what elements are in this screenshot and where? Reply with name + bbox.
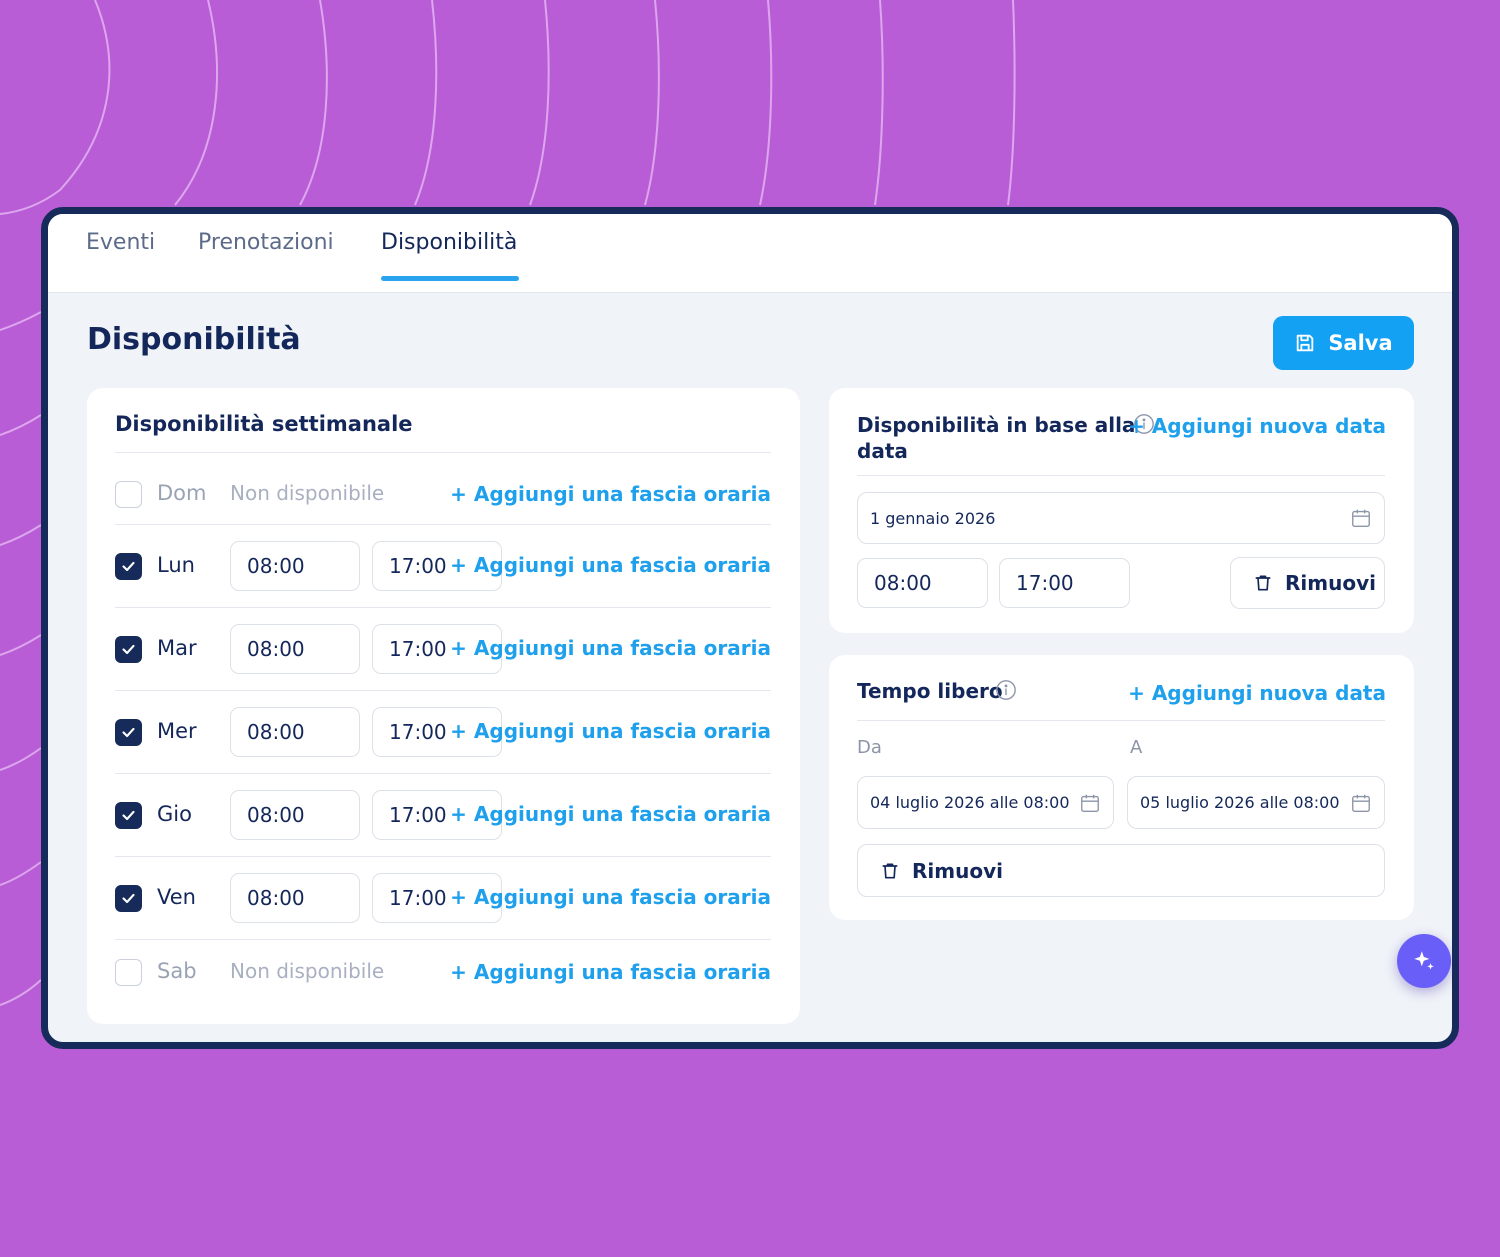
date-picker-field[interactable]: 1 gennaio 2026: [857, 492, 1385, 544]
remove-free-time-button[interactable]: Rimuovi: [857, 844, 1385, 897]
tab-eventi[interactable]: Eventi: [86, 230, 155, 255]
day-label: Sab: [157, 959, 197, 983]
day-checkbox-dom[interactable]: [115, 481, 142, 508]
date-start-time-input[interactable]: 08:00: [857, 558, 988, 608]
day-row-ven: Ven 08:00 17:00 + Aggiungi una fascia or…: [115, 857, 771, 940]
calendar-icon: [1081, 794, 1099, 812]
remove-date-button[interactable]: Rimuovi: [1230, 557, 1385, 609]
add-time-slot-link-lun[interactable]: + Aggiungi una fascia oraria: [450, 553, 771, 577]
ai-assistant-button[interactable]: [1397, 934, 1451, 988]
free-time-card: Tempo libero + Aggiungi nuova data Da A …: [829, 655, 1414, 920]
day-row-gio: Gio 08:00 17:00 + Aggiungi una fascia or…: [115, 774, 771, 857]
add-time-slot-link-mer[interactable]: + Aggiungi una fascia oraria: [450, 719, 771, 743]
unavailable-text: Non disponibile: [230, 481, 385, 505]
day-label: Lun: [157, 553, 195, 577]
add-free-time-link[interactable]: + Aggiungi nuova data: [1128, 681, 1386, 705]
day-label: Dom: [157, 481, 207, 505]
check-icon: [122, 727, 135, 738]
save-button-label: Salva: [1328, 331, 1393, 355]
calendar-icon: [1352, 794, 1370, 812]
tab-bar: Eventi Prenotazioni Disponibilità: [48, 214, 1452, 293]
add-time-slot-link-ven[interactable]: + Aggiungi una fascia oraria: [450, 885, 771, 909]
app-window: Eventi Prenotazioni Disponibilità Dispon…: [41, 207, 1459, 1049]
start-time-input-mer[interactable]: 08:00: [230, 707, 360, 757]
to-datetime-value: 05 luglio 2026 alle 08:00: [1140, 793, 1340, 812]
date-availability-title: Disponibilità in base alla data: [857, 412, 1135, 464]
sparkle-icon: [1414, 951, 1434, 970]
day-row-sab: Sab Non disponibile + Aggiungi una fasci…: [115, 940, 771, 1010]
day-label: Mer: [157, 719, 197, 743]
day-checkbox-mar[interactable]: [115, 636, 142, 663]
add-time-slot-link-dom[interactable]: + Aggiungi una fascia oraria: [450, 482, 771, 506]
date-availability-title-line2: data: [857, 439, 908, 463]
free-time-to-field[interactable]: 05 luglio 2026 alle 08:00: [1127, 776, 1385, 829]
add-new-date-link[interactable]: + Aggiungi nuova data: [1128, 414, 1386, 438]
add-time-slot-link-gio[interactable]: + Aggiungi una fascia oraria: [450, 802, 771, 826]
active-tab-indicator: [381, 276, 519, 281]
day-label: Gio: [157, 802, 192, 826]
calendar-icon: [1352, 509, 1370, 527]
free-time-title: Tempo libero: [857, 679, 1003, 703]
divider: [857, 720, 1385, 721]
day-row-dom: Dom Non disponibile + Aggiungi una fasci…: [115, 454, 771, 524]
remove-button-label: Rimuovi: [1285, 571, 1376, 595]
info-icon[interactable]: [995, 679, 1017, 701]
trash-icon: [1255, 575, 1271, 591]
weekly-availability-title: Disponibilità settimanale: [115, 412, 413, 436]
free-time-from-field[interactable]: 04 luglio 2026 alle 08:00: [857, 776, 1114, 829]
from-label: Da: [857, 737, 882, 758]
day-checkbox-gio[interactable]: [115, 802, 142, 829]
add-time-slot-link-mar[interactable]: + Aggiungi una fascia oraria: [450, 636, 771, 660]
save-icon: [1297, 334, 1314, 352]
add-time-slot-link-sab[interactable]: + Aggiungi una fascia oraria: [450, 960, 771, 984]
day-checkbox-sab[interactable]: [115, 959, 142, 986]
start-time-input-gio[interactable]: 08:00: [230, 790, 360, 840]
to-label: A: [1130, 737, 1143, 758]
check-icon: [122, 644, 135, 655]
start-time-input-mar[interactable]: 08:00: [230, 624, 360, 674]
page-title: Disponibilità: [87, 322, 301, 357]
start-time-input-ven[interactable]: 08:00: [230, 873, 360, 923]
check-icon: [122, 893, 135, 904]
day-row-mar: Mar 08:00 17:00 + Aggiungi una fascia or…: [115, 608, 771, 691]
unavailable-text: Non disponibile: [230, 959, 385, 983]
day-checkbox-mer[interactable]: [115, 719, 142, 746]
day-checkbox-ven[interactable]: [115, 885, 142, 912]
tab-disponibilita[interactable]: Disponibilità: [381, 230, 517, 255]
trash-icon: [882, 863, 898, 878]
save-button[interactable]: Salva: [1273, 316, 1414, 370]
divider: [115, 452, 771, 453]
day-row-mer: Mer 08:00 17:00 + Aggiungi una fascia or…: [115, 691, 771, 774]
date-availability-card: Disponibilità in base alla data + Aggiun…: [829, 388, 1414, 633]
weekly-availability-card: Disponibilità settimanale Dom Non dispon…: [87, 388, 800, 1024]
start-time-input-lun[interactable]: 08:00: [230, 541, 360, 591]
day-label: Mar: [157, 636, 197, 660]
check-icon: [122, 561, 135, 572]
divider: [857, 475, 1385, 476]
day-label: Ven: [157, 885, 196, 909]
remove-button-label: Rimuovi: [912, 858, 1003, 883]
date-availability-title-line1: Disponibilità in base alla: [857, 413, 1136, 437]
day-checkbox-lun[interactable]: [115, 553, 142, 580]
date-value: 1 gennaio 2026: [870, 508, 996, 528]
tab-prenotazioni[interactable]: Prenotazioni: [198, 230, 334, 255]
day-row-lun: Lun 08:00 17:00 + Aggiungi una fascia or…: [115, 525, 771, 608]
from-datetime-value: 04 luglio 2026 alle 08:00: [870, 793, 1070, 812]
date-end-time-input[interactable]: 17:00: [999, 558, 1130, 608]
check-icon: [122, 810, 135, 821]
